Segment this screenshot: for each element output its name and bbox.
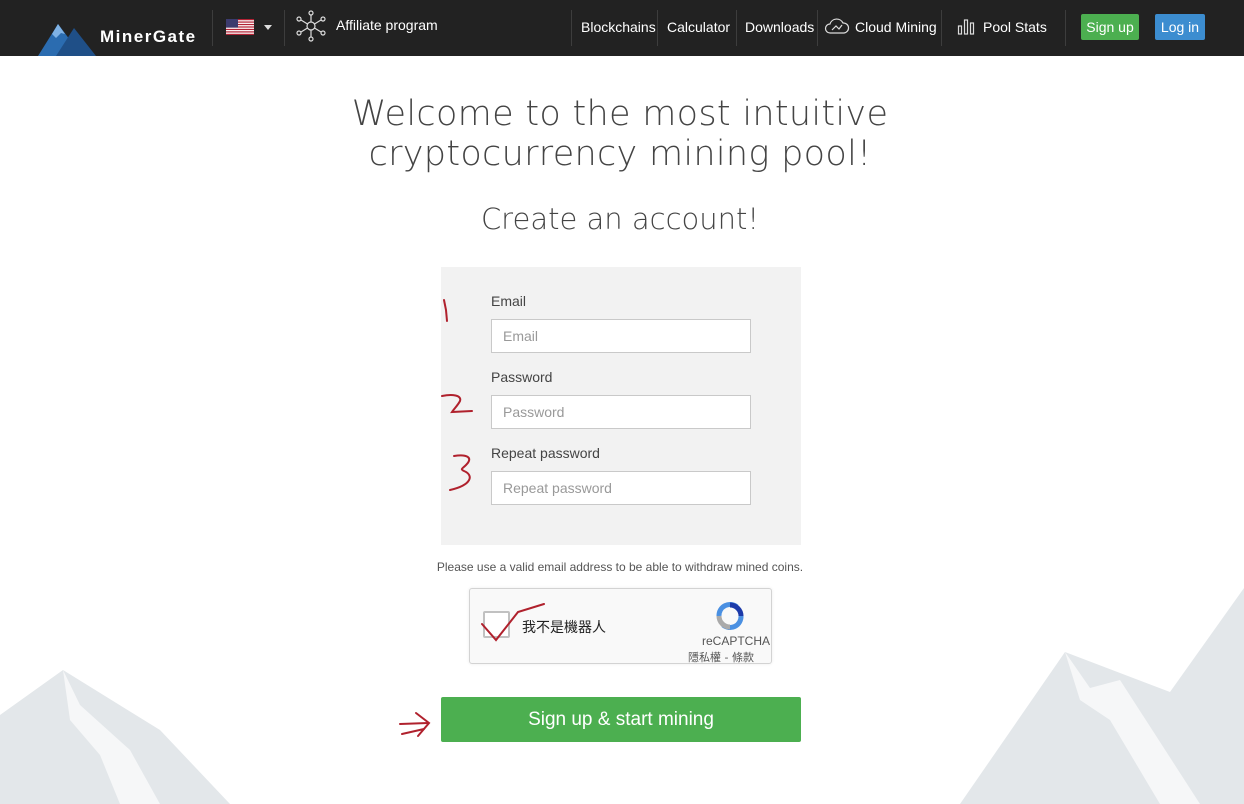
- top-navbar: MinerGate Affiliate program Blockchains …: [0, 0, 1244, 56]
- annotation-number-2: [441, 394, 473, 414]
- nav-downloads-link[interactable]: Downloads: [745, 19, 814, 35]
- nav-divider: [1065, 10, 1066, 46]
- email-field[interactable]: [491, 319, 751, 353]
- annotation-number-3: [449, 454, 471, 491]
- nav-divider: [212, 10, 213, 46]
- annotation-number-1: [443, 299, 448, 322]
- email-label: Email: [491, 293, 527, 309]
- annotation-checkmark: [481, 603, 545, 642]
- recaptcha-separator: -: [721, 651, 732, 664]
- login-button[interactable]: Log in: [1155, 14, 1205, 40]
- nav-divider: [284, 10, 285, 46]
- nav-cloud-mining-link[interactable]: Cloud Mining: [855, 19, 937, 35]
- nav-divider: [817, 10, 818, 46]
- signup-button[interactable]: Sign up: [1081, 14, 1139, 40]
- repeat-password-field[interactable]: [491, 471, 751, 505]
- signup-submit-button[interactable]: Sign up & start mining: [441, 697, 801, 742]
- repeat-password-label: Repeat password: [491, 445, 600, 461]
- recaptcha-brand: reCAPTCHA: [702, 634, 771, 648]
- annotation-arrow: [399, 712, 431, 737]
- nav-pool-stats-link[interactable]: Pool Stats: [983, 19, 1047, 35]
- password-field[interactable]: [491, 395, 751, 429]
- brand-logo-text[interactable]: MinerGate: [100, 27, 197, 47]
- page-title: Welcome to the most intuitive cryptocurr…: [351, 94, 889, 174]
- language-dropdown-caret-icon[interactable]: [264, 25, 272, 30]
- bar-chart-icon[interactable]: [957, 17, 975, 35]
- network-nodes-icon[interactable]: [295, 10, 327, 42]
- affiliate-program-link[interactable]: Affiliate program: [336, 17, 438, 33]
- recaptcha-links: 隱私權 - 條款: [688, 649, 754, 665]
- recaptcha-terms-link[interactable]: 條款: [732, 651, 754, 664]
- email-validity-note: Please use a valid email address to be a…: [436, 560, 804, 574]
- nav-calculator-link[interactable]: Calculator: [667, 19, 730, 35]
- nav-divider: [657, 10, 658, 46]
- minergate-logo-icon[interactable]: [38, 18, 98, 56]
- page-subtitle: Create an account!: [480, 202, 760, 236]
- nav-blockchains-link[interactable]: Blockchains: [581, 19, 656, 35]
- nav-divider: [941, 10, 942, 46]
- nav-divider: [571, 10, 572, 46]
- password-label: Password: [491, 369, 553, 385]
- us-flag-icon[interactable]: [226, 19, 254, 35]
- recaptcha-logo-icon: [716, 601, 744, 631]
- cloud-mining-icon[interactable]: [824, 17, 850, 35]
- nav-divider: [736, 10, 737, 46]
- recaptcha-privacy-link[interactable]: 隱私權: [688, 651, 721, 664]
